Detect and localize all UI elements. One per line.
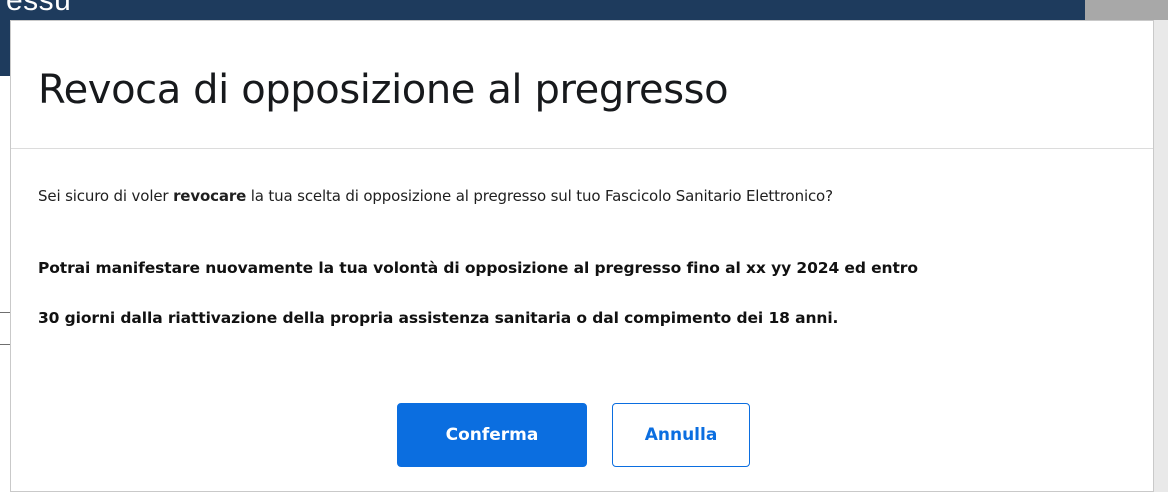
background-divider xyxy=(0,344,10,345)
modal-body: Sei sicuro di voler revocare la tua scel… xyxy=(11,149,1153,343)
question-text-after: la tua scelta di opposizione al pregress… xyxy=(246,187,833,205)
background-scrollbar[interactable] xyxy=(1154,20,1168,492)
revoke-opposition-modal: Revoca di opposizione al pregresso Sei s… xyxy=(10,20,1154,492)
notice-line-2: 30 giorni dalla riattivazione della prop… xyxy=(38,309,839,327)
background-header-text: essu xyxy=(6,0,72,17)
cancel-button[interactable]: Annulla xyxy=(612,403,750,467)
modal-actions: Conferma Annulla xyxy=(397,403,750,467)
modal-title: Revoca di opposizione al pregresso xyxy=(38,67,729,113)
background-top-strip xyxy=(1085,0,1168,20)
confirmation-question: Sei sicuro di voler revocare la tua scel… xyxy=(38,185,1153,207)
question-emphasis: revocare xyxy=(173,187,247,205)
modal-header: Revoca di opposizione al pregresso xyxy=(11,21,1153,149)
notice-text: Potrai manifestare nuovamente la tua vol… xyxy=(38,243,1153,343)
confirm-button[interactable]: Conferma xyxy=(397,403,587,467)
screen: essu Revoca di opposizione al pregresso … xyxy=(0,0,1168,492)
notice-line-1: Potrai manifestare nuovamente la tua vol… xyxy=(38,259,918,277)
question-text-before: Sei sicuro di voler xyxy=(38,187,174,205)
background-divider xyxy=(0,312,10,313)
